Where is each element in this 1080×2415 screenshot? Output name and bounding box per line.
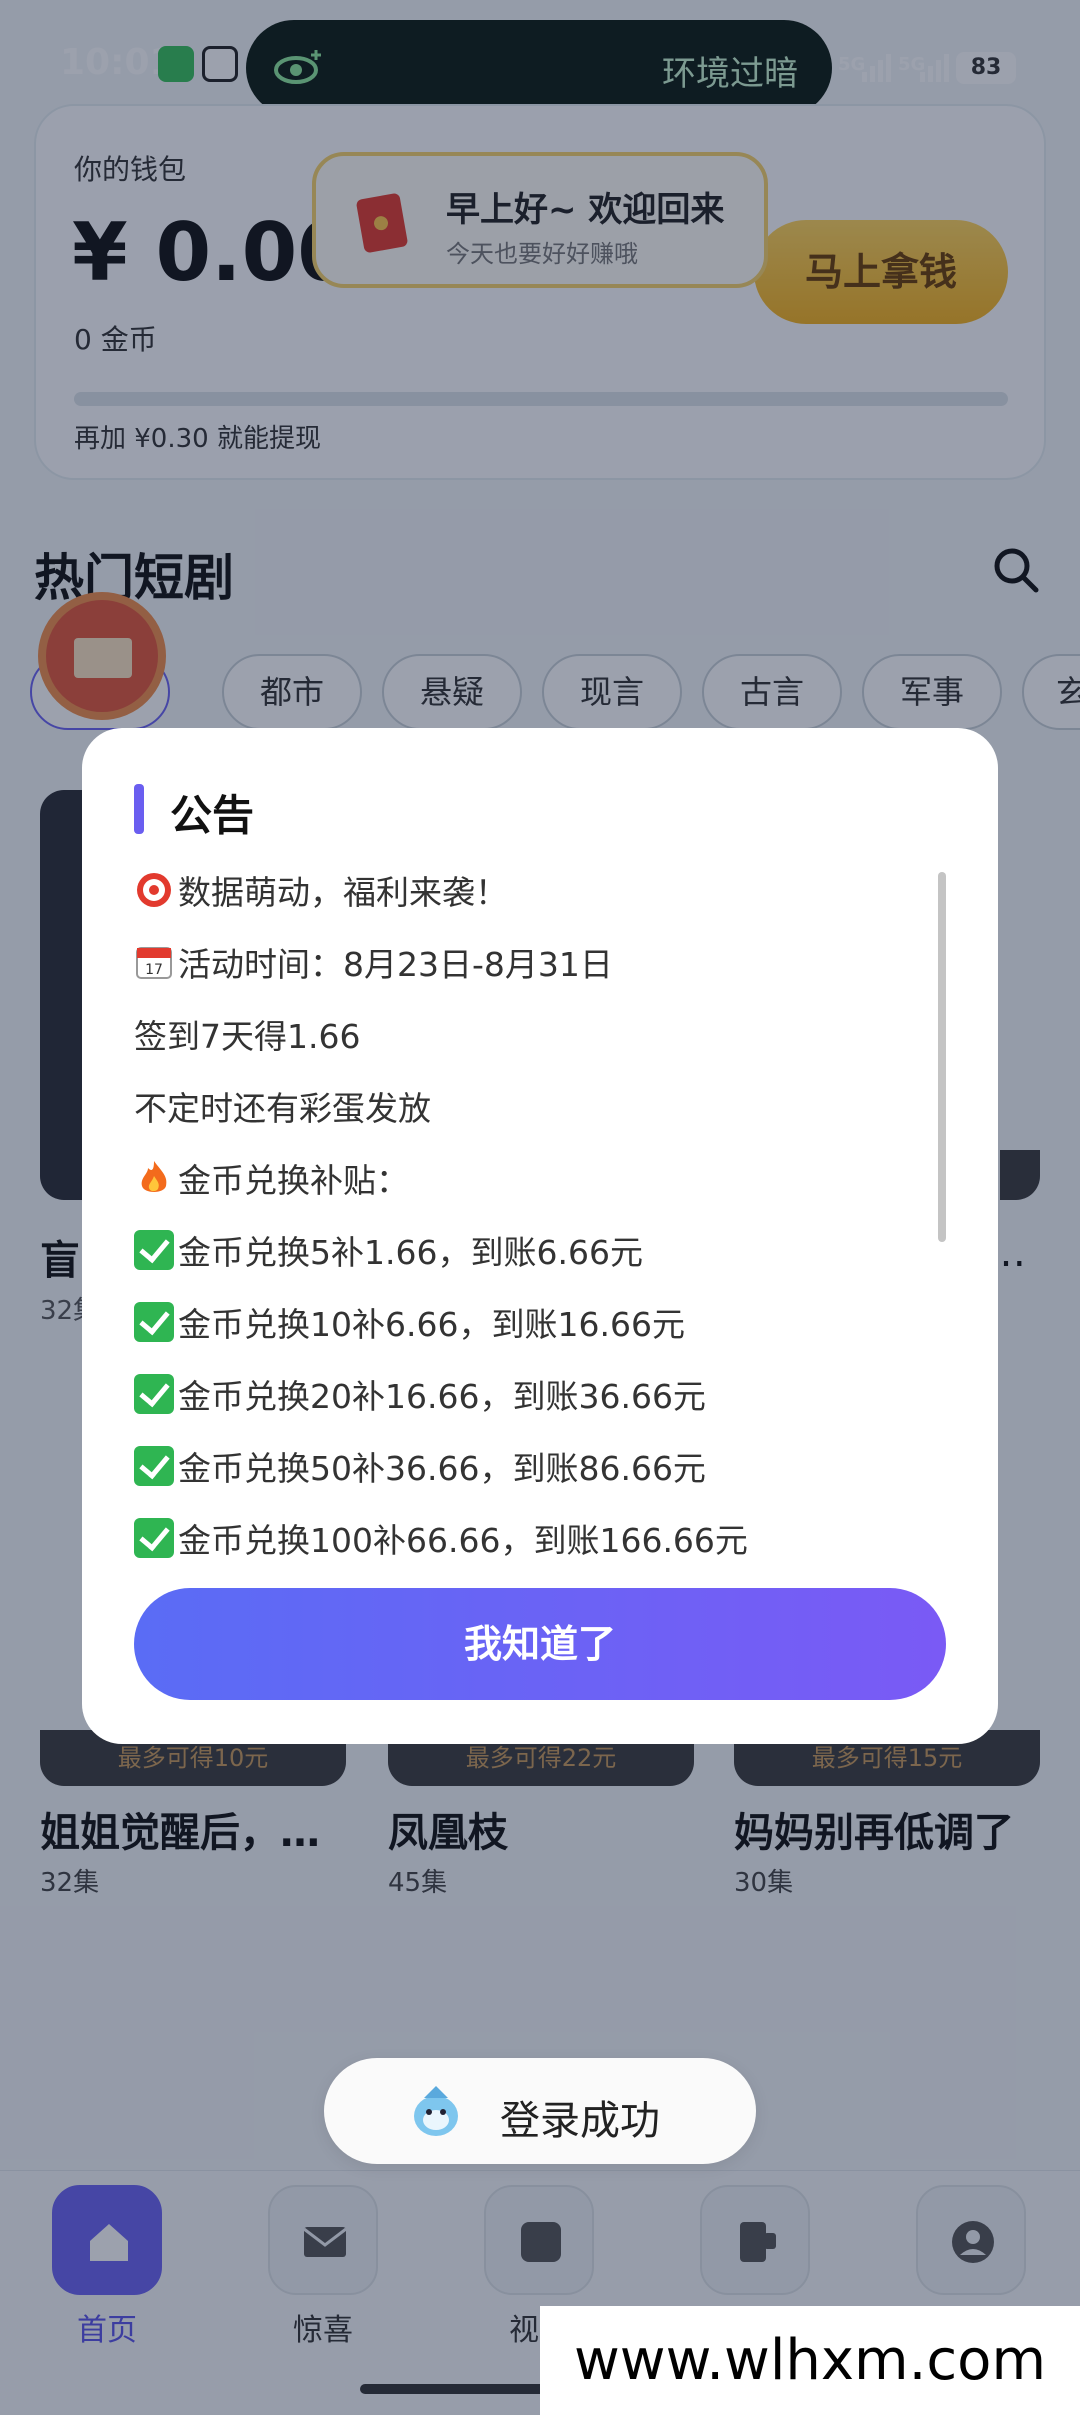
announcement-text: 金币兑换补贴： xyxy=(178,1161,409,1200)
announcement-content[interactable]: 数据萌动，福利来袭！ 17 活动时间：8月23日-8月31日 签到7天得1.66 … xyxy=(134,866,924,1560)
announcement-line: 金币兑换补贴： xyxy=(134,1154,409,1202)
site-watermark: www.wlhxm.com xyxy=(540,2306,1080,2415)
announcement-text: 金币兑换50补36.66，到账86.66元 xyxy=(178,1449,706,1488)
content-scrollbar[interactable] xyxy=(938,872,946,1242)
svg-text:17: 17 xyxy=(145,962,163,978)
check-icon xyxy=(134,1230,174,1270)
announcement-text: 金币兑换5补1.66，到账6.66元 xyxy=(178,1233,643,1272)
announcement-text: 活动时间：8月23日-8月31日 xyxy=(178,945,613,984)
check-icon xyxy=(134,1446,174,1486)
announcement-dialog: 公告 数据萌动，福利来袭！ 17 活动时间：8月23日-8月31日 签到7天得1.… xyxy=(82,728,998,1744)
acknowledge-button[interactable]: 我知道了 xyxy=(134,1588,946,1700)
target-icon xyxy=(137,873,171,907)
announcement-line: 金币兑换20补16.66，到账36.66元 xyxy=(134,1370,706,1418)
check-icon xyxy=(134,1302,174,1342)
title-accent-bar xyxy=(134,784,144,834)
check-icon xyxy=(134,1374,174,1414)
announcement-text: 金币兑换100补66.66，到账166.66元 xyxy=(178,1521,748,1560)
calendar-icon: 17 xyxy=(136,947,172,979)
announcement-line: 不定时还有彩蛋发放 xyxy=(134,1089,431,1128)
fire-icon xyxy=(141,1161,167,1192)
announcement-text: 金币兑换10补6.66，到账16.66元 xyxy=(178,1305,685,1344)
announcement-text: 金币兑换20补16.66，到账36.66元 xyxy=(178,1377,706,1416)
login-success-toast: 登录成功 xyxy=(324,2058,756,2164)
announcement-line: 金币兑换5补1.66，到账6.66元 xyxy=(134,1226,643,1274)
toast-text: 登录成功 xyxy=(500,2098,660,2144)
announcement-line: 金币兑换50补36.66，到账86.66元 xyxy=(134,1442,706,1490)
mascot-icon xyxy=(414,2086,458,2136)
announcement-line: 17 活动时间：8月23日-8月31日 xyxy=(134,938,613,986)
check-icon xyxy=(134,1518,174,1558)
announcement-line: 数据萌动，福利来袭！ xyxy=(134,866,508,914)
announcement-text: 数据萌动，福利来袭！ xyxy=(178,873,508,912)
announcement-line: 签到7天得1.66 xyxy=(134,1017,361,1056)
announcement-line: 金币兑换10补6.66，到账16.66元 xyxy=(134,1298,685,1346)
announcement-line: 金币兑换100补66.66，到账166.66元 xyxy=(134,1514,748,1562)
dialog-title: 公告 xyxy=(170,791,255,840)
